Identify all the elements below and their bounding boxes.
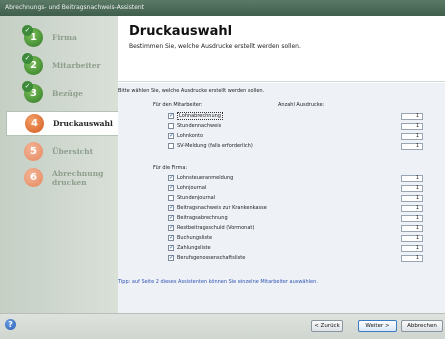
option-label[interactable]: SV-Meldung (falls erforderlich)	[177, 143, 253, 149]
print-option-row: Restbeitragsschuld (Vormonat) 1	[168, 224, 423, 233]
checkbox-lohnjournal[interactable]	[168, 184, 174, 191]
step-number-badge: 6	[24, 168, 43, 187]
wizard-footer: ? < Zurück Weiter > Abbrechen	[0, 313, 445, 339]
step-number-badge: 5	[24, 142, 43, 161]
page-title: Druckauswahl	[129, 24, 233, 39]
group-label-company: Für die Firma:	[153, 165, 188, 171]
option-label[interactable]: Stundenjournal	[177, 195, 215, 201]
wizard-page: Druckauswahl Bestimmen Sie, welche Ausdr…	[118, 16, 445, 313]
checkmark-icon: ✓	[22, 25, 33, 36]
group-label-employee: Für den Mitarbeiter:	[153, 102, 203, 108]
intro-text: Bitte wählen Sie, welche Ausdrucke erste…	[118, 88, 265, 94]
checkbox-beitragsabrechnung[interactable]	[168, 214, 174, 221]
copies-stepper[interactable]: 1	[401, 215, 423, 222]
copies-column-header: Anzahl Ausdrucke:	[278, 102, 325, 108]
checkmark-icon: ✓	[22, 53, 33, 64]
print-option-row: Lohnkonto 1	[168, 132, 423, 141]
option-label[interactable]: Lohnkonto	[177, 133, 203, 139]
step-label: Abrechnung drucken	[52, 169, 104, 187]
option-label[interactable]: Lohnsteueranmeldung	[177, 175, 233, 181]
checkbox-zahlungsliste[interactable]	[168, 244, 174, 251]
checkbox-stundenjournal[interactable]	[168, 195, 174, 201]
page-subtitle: Bestimmen Sie, welche Ausdrucke erstellt…	[129, 43, 301, 50]
copies-stepper[interactable]: 1	[401, 123, 423, 130]
copies-stepper[interactable]: 1	[401, 113, 423, 120]
print-option-row: SV-Meldung (falls erforderlich) 1	[168, 143, 423, 151]
option-label[interactable]: Restbeitragsschuld (Vormonat)	[177, 225, 254, 231]
option-label[interactable]: Zahlungsliste	[177, 245, 211, 251]
print-option-row: Zahlungsliste 1	[168, 244, 423, 253]
cancel-button[interactable]: Abbrechen	[401, 320, 443, 332]
step-uebersicht[interactable]: 5 Übersicht	[6, 140, 118, 164]
step-firma[interactable]: 1 ✓ Firma	[6, 25, 118, 50]
hint-text: Tipp: auf Seite 2 dieses Assistenten kön…	[118, 279, 318, 285]
page-header: Druckauswahl Bestimmen Sie, welche Ausdr…	[118, 16, 445, 82]
copies-stepper[interactable]: 1	[401, 235, 423, 242]
step-label: Bezüge	[52, 89, 83, 98]
step-mitarbeiter[interactable]: 2 ✓ Mitarbeiter	[6, 53, 118, 78]
option-label[interactable]: Berufsgenossenschaftsliste	[177, 255, 245, 261]
checkbox-beitragsnachweis[interactable]	[168, 204, 174, 211]
print-option-row: Lohnabrechnung 1	[168, 112, 423, 121]
checkbox-sv-meldung[interactable]	[168, 143, 174, 149]
print-selection-panel: Bitte wählen Sie, welche Ausdrucke erste…	[118, 83, 445, 313]
copies-stepper[interactable]: 1	[401, 255, 423, 262]
print-option-row: Stundenjournal 1	[168, 195, 423, 203]
checkbox-restbeitragsschuld[interactable]	[168, 224, 174, 231]
option-label[interactable]: Buchungsliste	[177, 235, 212, 241]
step-label: Firma	[52, 33, 77, 42]
copies-stepper[interactable]: 1	[401, 195, 423, 202]
option-label[interactable]: Stundennachweis	[177, 123, 221, 129]
print-option-row: Beitragsabrechnung 1	[168, 214, 423, 223]
copies-stepper[interactable]: 1	[401, 143, 423, 150]
option-label[interactable]: Lohnabrechnung	[177, 112, 223, 120]
option-label[interactable]: Beitragsnachweis zur Krankenkasse	[177, 205, 267, 211]
print-option-row: Berufsgenossenschaftsliste 1	[168, 254, 423, 263]
checkbox-buchungsliste[interactable]	[168, 234, 174, 241]
print-option-row: Stundennachweis 1	[168, 123, 423, 131]
copies-stepper[interactable]: 1	[401, 133, 423, 140]
option-label[interactable]: Beitragsabrechnung	[177, 215, 228, 221]
copies-stepper[interactable]: 1	[401, 185, 423, 192]
step-label: Mitarbeiter	[52, 61, 101, 70]
checkbox-lohnabrechnung[interactable]	[168, 112, 174, 119]
checkbox-stundennachweis[interactable]	[168, 123, 174, 129]
step-bezuege[interactable]: 3 ✓ Bezüge	[6, 81, 118, 106]
checkbox-berufsgenossenschaftsliste[interactable]	[168, 254, 174, 261]
print-option-row: Beitragsnachweis zur Krankenkasse 1	[168, 204, 423, 213]
copies-stepper[interactable]: 1	[401, 175, 423, 182]
next-button[interactable]: Weiter >	[358, 320, 397, 332]
checkbox-lohnkonto[interactable]	[168, 132, 174, 139]
back-button[interactable]: < Zurück	[311, 320, 343, 332]
option-label[interactable]: Lohnjournal	[177, 185, 206, 191]
wizard-steps: 1 ✓ Firma 2 ✓ Mitarbeiter 3 ✓ Bezüge 4 D…	[0, 16, 118, 313]
checkmark-icon: ✓	[22, 81, 33, 92]
print-option-row: Lohnsteueranmeldung 1	[168, 174, 423, 183]
step-number-badge: 4	[25, 114, 44, 133]
checkbox-lohnsteueranmeldung[interactable]	[168, 174, 174, 181]
step-druckauswahl[interactable]: 4 Druckauswahl	[6, 111, 118, 136]
help-icon[interactable]: ?	[5, 319, 16, 330]
window-title: Abrechnungs- und Beitragsnachweis-Assist…	[0, 0, 445, 16]
step-label: Übersicht	[52, 147, 94, 156]
step-abrechnung-drucken[interactable]: 6 Abrechnung drucken	[6, 166, 118, 190]
copies-stepper[interactable]: 1	[401, 205, 423, 212]
copies-stepper[interactable]: 1	[401, 245, 423, 252]
step-label: Druckauswahl	[53, 119, 113, 128]
copies-stepper[interactable]: 1	[401, 225, 423, 232]
print-option-row: Buchungsliste 1	[168, 234, 423, 243]
print-option-row: Lohnjournal 1	[168, 184, 423, 193]
